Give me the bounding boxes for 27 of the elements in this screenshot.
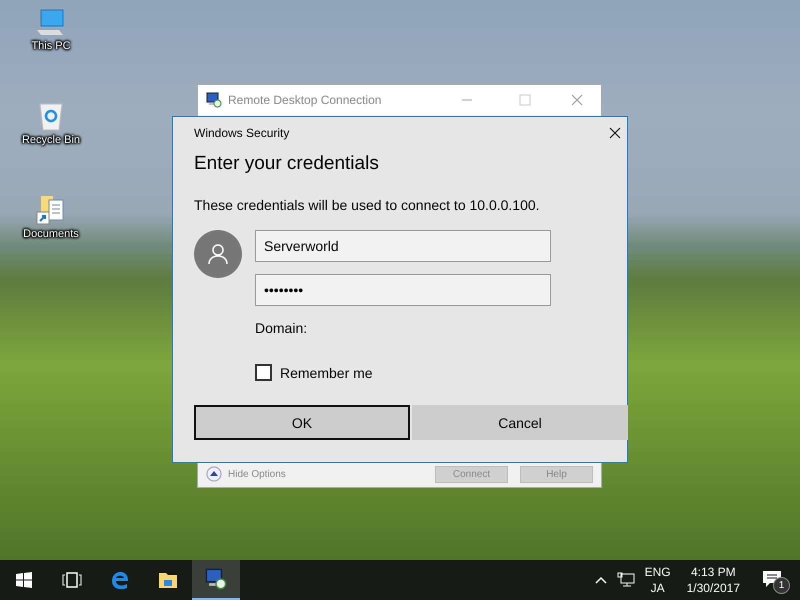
- dialog-heading: Enter your credentials: [194, 153, 380, 175]
- remote-desktop-icon: [205, 568, 227, 590]
- network-icon[interactable]: [616, 572, 635, 588]
- checkbox-label[interactable]: Remember me: [280, 364, 373, 380]
- language-indicator[interactable]: ENG: [644, 564, 671, 580]
- username-field[interactable]: Serverworld: [255, 230, 551, 262]
- dialog-button[interactable]: Cancel: [412, 405, 628, 440]
- user-icon: [207, 243, 229, 265]
- input-mode-indicator[interactable]: JA: [650, 580, 665, 596]
- dialog-button[interactable]: OK: [194, 405, 410, 440]
- notification-count: 1: [773, 577, 790, 594]
- close-icon[interactable]: [609, 127, 621, 139]
- window-title: Remote Desktop Connection: [228, 93, 382, 107]
- clock-date[interactable]: 1/30/2017: [686, 580, 740, 596]
- clock-time[interactable]: 4:13 PM: [690, 564, 736, 580]
- task-view-icon[interactable]: [62, 572, 82, 588]
- windows-logo-icon[interactable]: [16, 572, 32, 588]
- folder-icon[interactable]: [158, 571, 178, 589]
- password-field[interactable]: ••••••••: [255, 274, 551, 306]
- domain-label: Domain:: [255, 320, 308, 336]
- remote-desktop-icon: [206, 92, 222, 108]
- dialog-message: These credentials will be used to connect to 10.0.0.100.: [194, 197, 541, 213]
- collapse-icon[interactable]: [206, 466, 222, 482]
- checkbox[interactable]: [255, 364, 272, 381]
- chevron-up-icon[interactable]: [594, 576, 607, 584]
- dialog-title: Windows Security: [194, 126, 290, 140]
- browser-icon[interactable]: [110, 570, 130, 590]
